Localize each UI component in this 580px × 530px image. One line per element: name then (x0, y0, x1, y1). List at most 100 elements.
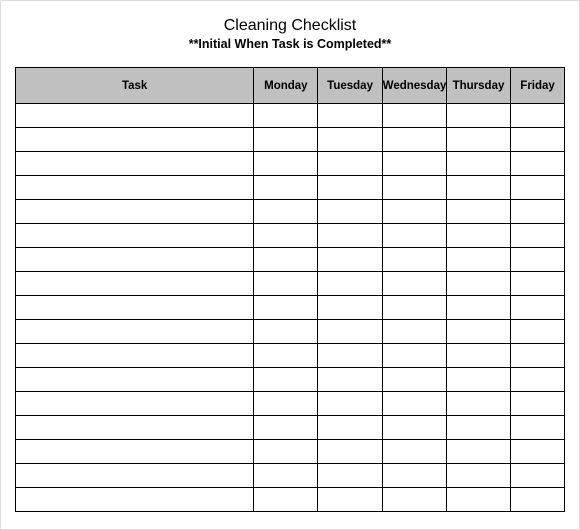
col-header-thursday: Thursday (446, 68, 510, 104)
cell-thursday (446, 296, 510, 320)
cell-friday (511, 176, 565, 200)
cell-friday (511, 392, 565, 416)
cell-monday (254, 344, 318, 368)
cell-tuesday (318, 464, 382, 488)
cell-task (16, 368, 254, 392)
cell-task (16, 200, 254, 224)
col-header-wednesday: Wednesday (382, 68, 446, 104)
table-row (16, 224, 565, 248)
cell-thursday (446, 488, 510, 512)
cell-tuesday (318, 440, 382, 464)
cell-wednesday (382, 128, 446, 152)
table-row (16, 416, 565, 440)
cell-tuesday (318, 416, 382, 440)
cell-thursday (446, 104, 510, 128)
cell-task (16, 176, 254, 200)
cell-thursday (446, 392, 510, 416)
cell-tuesday (318, 392, 382, 416)
cell-wednesday (382, 320, 446, 344)
cell-tuesday (318, 152, 382, 176)
cell-tuesday (318, 368, 382, 392)
cell-task (16, 488, 254, 512)
document-subtitle: **Initial When Task is Completed** (15, 37, 565, 51)
cell-monday (254, 152, 318, 176)
table-row (16, 272, 565, 296)
cell-thursday (446, 344, 510, 368)
cell-tuesday (318, 248, 382, 272)
cell-tuesday (318, 488, 382, 512)
col-header-tuesday: Tuesday (318, 68, 382, 104)
table-row (16, 464, 565, 488)
checklist-table: Task Monday Tuesday Wednesday Thursday F… (15, 67, 565, 512)
table-row (16, 152, 565, 176)
cell-monday (254, 272, 318, 296)
cell-task (16, 296, 254, 320)
cell-thursday (446, 464, 510, 488)
cell-tuesday (318, 200, 382, 224)
cell-wednesday (382, 224, 446, 248)
cell-monday (254, 368, 318, 392)
cell-friday (511, 440, 565, 464)
cell-monday (254, 464, 318, 488)
cell-friday (511, 128, 565, 152)
cell-thursday (446, 200, 510, 224)
cell-friday (511, 368, 565, 392)
cell-monday (254, 296, 318, 320)
cell-thursday (446, 320, 510, 344)
cell-monday (254, 488, 318, 512)
cell-friday (511, 488, 565, 512)
cell-monday (254, 200, 318, 224)
cell-thursday (446, 368, 510, 392)
cell-wednesday (382, 272, 446, 296)
table-header-row: Task Monday Tuesday Wednesday Thursday F… (16, 68, 565, 104)
cell-task (16, 152, 254, 176)
cell-tuesday (318, 224, 382, 248)
cell-wednesday (382, 200, 446, 224)
cell-thursday (446, 128, 510, 152)
cell-monday (254, 392, 318, 416)
cell-tuesday (318, 320, 382, 344)
cell-thursday (446, 248, 510, 272)
cell-thursday (446, 416, 510, 440)
cell-thursday (446, 272, 510, 296)
table-row (16, 248, 565, 272)
table-row (16, 128, 565, 152)
cell-friday (511, 464, 565, 488)
cell-thursday (446, 176, 510, 200)
cell-task (16, 248, 254, 272)
table-row (16, 104, 565, 128)
table-row (16, 296, 565, 320)
cell-wednesday (382, 344, 446, 368)
cell-friday (511, 272, 565, 296)
cell-tuesday (318, 296, 382, 320)
cell-monday (254, 416, 318, 440)
table-row (16, 344, 565, 368)
cell-monday (254, 128, 318, 152)
document-title: Cleaning Checklist (15, 17, 565, 35)
table-row (16, 320, 565, 344)
cell-wednesday (382, 416, 446, 440)
cell-wednesday (382, 464, 446, 488)
table-row (16, 368, 565, 392)
cell-friday (511, 344, 565, 368)
cell-friday (511, 416, 565, 440)
cell-monday (254, 104, 318, 128)
cell-thursday (446, 152, 510, 176)
table-row (16, 440, 565, 464)
cell-monday (254, 248, 318, 272)
table-row (16, 392, 565, 416)
table-row (16, 176, 565, 200)
cell-tuesday (318, 128, 382, 152)
cell-task (16, 392, 254, 416)
cell-task (16, 320, 254, 344)
cell-task (16, 416, 254, 440)
col-header-task: Task (16, 68, 254, 104)
table-row (16, 200, 565, 224)
cell-friday (511, 152, 565, 176)
cell-task (16, 128, 254, 152)
cell-thursday (446, 440, 510, 464)
cell-thursday (446, 224, 510, 248)
cell-task (16, 104, 254, 128)
cell-wednesday (382, 248, 446, 272)
cell-tuesday (318, 104, 382, 128)
